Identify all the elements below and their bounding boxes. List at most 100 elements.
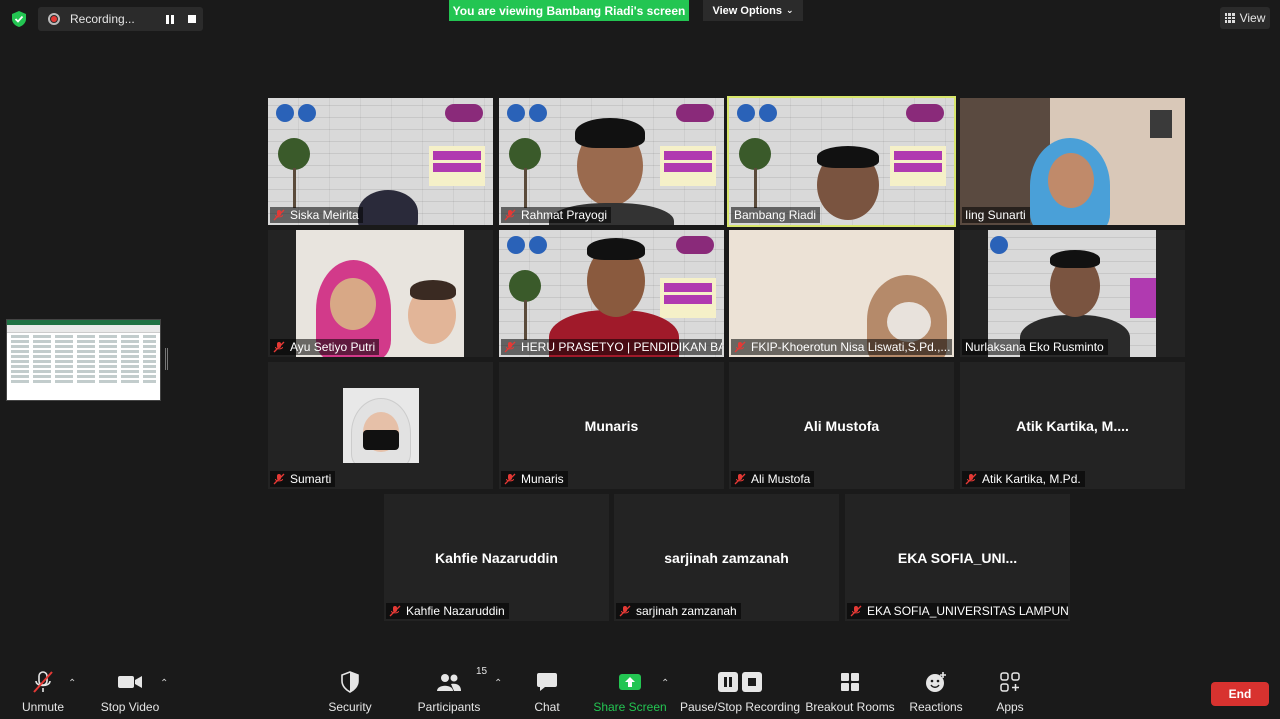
view-options-label: View Options [712,4,782,17]
pause-stop-recording-button[interactable]: Pause/Stop Recording [679,664,801,714]
end-meeting-button[interactable]: End [1211,682,1269,706]
share-screen-label: Share Screen [593,700,667,714]
video-camera-icon [118,676,142,688]
breakout-rooms-label: Breakout Rooms [805,700,895,714]
mic-muted-icon [734,473,746,485]
breakout-rooms-icon [841,673,859,691]
participant-center-name: Ali Mustofa [803,418,880,434]
participant-name-tag: HERU PRASETYO | PENDIDIKAN BA... [501,339,722,355]
stop-video-button[interactable]: Stop Video [100,664,160,714]
video-tile-rahmat-prayogi[interactable]: Rahmat Prayogi [499,98,724,225]
breakout-rooms-button[interactable]: Breakout Rooms [805,664,895,714]
participant-name-tag: Ayu Setiyo Putri [270,339,380,355]
mic-muted-icon [734,341,746,353]
participant-name-tag: Rahmat Prayogi [501,207,612,223]
security-label: Security [328,700,372,714]
viewing-screen-banner: You are viewing Bambang Riadi's screen [449,0,689,21]
participant-name-tag: Ali Mustofa [731,471,815,487]
participant-name-tag: Kahfie Nazaruddin [386,603,509,619]
mic-muted-icon [504,209,516,221]
security-button[interactable]: Security [325,664,375,714]
recording-dot-icon [48,13,60,25]
participant-name-tag: Sumarti [270,471,336,487]
participant-center-name: Atik Kartika, M.... [1016,418,1129,434]
video-tile-atik-kartika[interactable]: Atik Kartika, M.... Atik Kartika, M.Pd. [960,362,1185,489]
video-tile-sumarti[interactable]: Sumarti [268,362,493,489]
smiley-icon [926,672,946,692]
pause-stop-recording-label: Pause/Stop Recording [679,700,801,714]
grid-view-icon [1224,13,1235,23]
video-tile-iing-sunarti[interactable]: Iing Sunarti [960,98,1185,225]
participant-name-tag: Munaris [501,471,568,487]
participants-options-chevron-up-icon[interactable]: ⌃ [494,678,502,689]
thumbnail-resize-handle[interactable] [165,348,168,370]
share-screen-button[interactable]: Share Screen [593,664,667,714]
mic-muted-icon [273,473,285,485]
view-button[interactable]: View [1220,7,1270,29]
stop-recording-button[interactable] [181,7,203,31]
mic-muted-icon [504,473,516,485]
video-tile-eka-sofia[interactable]: EKA SOFIA_UNI... EKA SOFIA_UNIVERSITAS L… [845,494,1070,621]
shield-icon [341,671,359,693]
mic-muted-icon [273,341,285,353]
participant-name-tag: Iing Sunarti [962,207,1030,223]
apps-icon [1000,672,1020,692]
video-tile-siska-meirita[interactable]: Siska Meirita [268,98,493,225]
participant-name-tag: EKA SOFIA_UNIVERSITAS LAMPUNG [847,603,1068,619]
unmute-label: Unmute [21,700,65,714]
mic-muted-icon [619,605,631,617]
participant-name-tag: Siska Meirita [270,207,363,223]
stop-icon [188,15,196,23]
participants-label: Participants [417,700,481,714]
chevron-down-icon: ⌄ [785,5,794,15]
recording-label: Recording... [70,12,135,26]
mic-muted-icon [504,341,516,353]
participant-name-tag: sarjinah zamzanah [616,603,741,619]
apps-button[interactable]: Apps [990,664,1030,714]
pause-icon [718,672,738,692]
video-tile-bambang-riadi[interactable]: Bambang Riadi [727,96,956,227]
view-options-button[interactable]: View Options ⌄ [703,0,803,21]
meeting-toolbar: Unmute ⌃ Stop Video ⌃ Security 15 Partic… [0,664,1280,719]
participant-center-name: Kahfie Nazaruddin [435,550,558,566]
audio-options-chevron-up-icon[interactable]: ⌃ [68,678,76,689]
chat-button[interactable]: Chat [527,664,567,714]
stop-video-label: Stop Video [100,700,160,714]
participants-icon [437,674,461,691]
video-tile-kahfie-nazaruddin[interactable]: Kahfie Nazaruddin Kahfie Nazaruddin [384,494,609,621]
participant-center-name: Munaris [584,418,639,434]
video-tile-ali-mustofa[interactable]: Ali Mustofa Ali Mustofa [729,362,954,489]
share-screen-icon [619,674,641,690]
mic-muted-icon [33,671,53,693]
participant-center-name: sarjinah zamzanah [664,550,789,566]
video-tile-ayu-setiyo-putri[interactable]: Ayu Setiyo Putri [268,230,493,357]
reactions-label: Reactions [909,700,963,714]
share-options-chevron-up-icon[interactable]: ⌃ [661,678,669,689]
recording-indicator: Recording... [38,7,203,31]
shared-screen-thumbnail[interactable] [6,319,161,401]
security-shield-icon[interactable] [10,10,28,28]
pause-recording-button[interactable] [159,7,181,31]
video-options-chevron-up-icon[interactable]: ⌃ [160,678,168,689]
chat-label: Chat [534,700,560,714]
video-tile-munaris[interactable]: Munaris Munaris [499,362,724,489]
participant-name-tag: Bambang Riadi [731,207,821,223]
participants-count: 15 [476,666,488,677]
participants-button[interactable]: 15 Participants [417,664,487,714]
reactions-button[interactable]: Reactions [906,664,966,714]
video-tile-nurlaksana-eko-rusminto[interactable]: Nurlaksana Eko Rusminto [960,230,1185,357]
video-tile-sarjinah-zamzanah[interactable]: sarjinah zamzanah sarjinah zamzanah [614,494,839,621]
mic-muted-icon [273,209,285,221]
stop-icon [742,672,762,692]
mic-muted-icon [965,473,977,485]
participant-name-tag: Atik Kartika, M.Pd. [962,471,1085,487]
participant-name-tag: FKIP-Khoerotun Nisa Liswati,S.Pd.,... [731,339,952,355]
video-tile-fkip-khoerotun[interactable]: FKIP-Khoerotun Nisa Liswati,S.Pd.,... [729,230,954,357]
view-label: View [1239,11,1266,25]
unmute-button[interactable]: Unmute [18,664,68,714]
video-tile-heru-prasetyo[interactable]: HERU PRASETYO | PENDIDIKAN BA... [499,230,724,357]
pause-icon [166,14,174,24]
mic-muted-icon [389,605,401,617]
participant-name-tag: Nurlaksana Eko Rusminto [962,339,1108,355]
apps-label: Apps [996,700,1024,714]
